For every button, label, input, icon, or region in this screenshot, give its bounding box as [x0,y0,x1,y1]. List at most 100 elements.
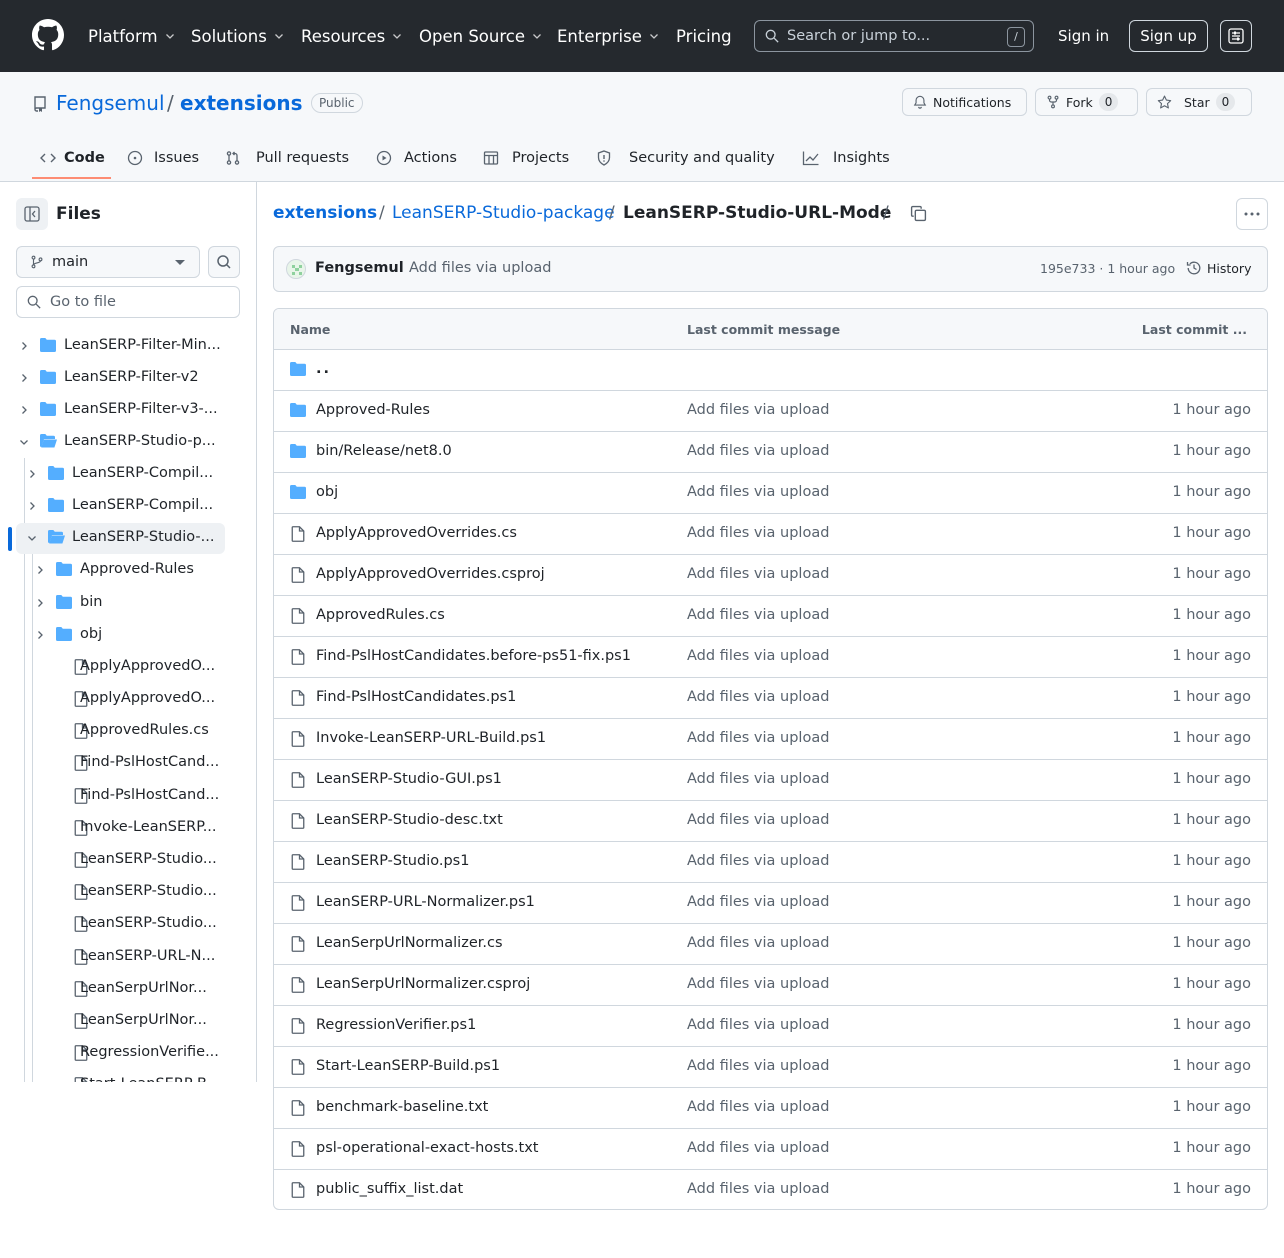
nav-solutions[interactable]: Solutions [191,0,285,72]
commit-message-link[interactable]: Add files via upload [687,1058,829,1074]
file-name-link[interactable]: public_suffix_list.dat [316,1181,463,1197]
collapse-sidebar-button[interactable] [16,198,48,230]
tree-item[interactable]: LeanSerpUrlNor... [0,1005,240,1037]
tab-issues[interactable]: Issues [127,134,199,182]
star-button[interactable]: Star 0 [1146,88,1252,116]
tree-item[interactable]: LeanSERP-Filter-v2 [0,362,240,394]
global-search-input[interactable]: Search or jump to... / [754,20,1034,52]
table-row[interactable]: public_suffix_list.dat Add files via uplo… [274,1170,1267,1209]
tab-pull-requests[interactable]: Pull requests [225,134,349,182]
tab-security[interactable]: Security and quality [596,134,775,182]
file-name-link[interactable]: LeanSERP-Studio-GUI.ps1 [316,771,502,787]
search-files-button[interactable] [208,246,240,278]
nav-enterprise[interactable]: Enterprise [557,0,660,72]
tree-item[interactable]: LeanSERP-Compil... [0,490,240,522]
file-name-link[interactable]: RegressionVerifier.ps1 [316,1017,476,1033]
tree-item[interactable]: LeanSERP-URL-N... [0,941,240,973]
file-name-link[interactable]: Invoke-LeanSERP-URL-Build.ps1 [316,730,546,746]
file-name-link[interactable]: Start-LeanSERP-Build.ps1 [316,1058,500,1074]
table-row[interactable]: Find-PslHostCandidates.before-ps51-fix.p… [274,637,1267,678]
tree-item[interactable]: RegressionVerifie... [0,1037,240,1069]
tree-item[interactable]: LeanSerpUrlNor... [0,973,240,1005]
tab-actions[interactable]: Actions [376,134,457,182]
commit-message-link[interactable]: Add files via upload [687,443,829,459]
commit-message-link[interactable]: Add files via upload [687,648,829,664]
tab-code[interactable]: Code [40,134,105,182]
table-row[interactable]: LeanSerpUrlNormalizer.cs Add files via up… [274,924,1267,965]
chevron-down-icon[interactable] [18,436,30,448]
tree-item[interactable]: LeanSERP-Compil... [0,458,240,490]
chevron-right-icon[interactable] [34,564,46,576]
tree-item[interactable]: obj [0,619,240,651]
commit-message-link[interactable]: Add files via upload [687,976,829,992]
more-options-button[interactable] [1236,198,1268,230]
nav-resources[interactable]: Resources [301,0,403,72]
commit-author[interactable]: Fengsemul [315,260,404,276]
table-row[interactable]: psl-operational-exact-hosts.txt Add files… [274,1129,1267,1170]
commit-message-link[interactable]: Add files via upload [687,812,829,828]
tree-item[interactable]: ApplyApprovedO... [0,651,240,683]
commit-message-link[interactable]: Add files via upload [687,566,829,582]
tab-insights[interactable]: Insights [802,134,890,182]
commit-sha-time[interactable]: 195e733 · 1 hour ago [1040,261,1175,276]
table-row[interactable]: benchmark-baseline.txt Add files via uplo… [274,1088,1267,1129]
repo-name-link[interactable]: extensions [180,91,302,115]
commit-message-link[interactable]: Add files via upload [687,607,829,623]
tree-item[interactable]: LeanSERP-Studio... [0,876,240,908]
tree-item[interactable]: ApprovedRules.cs [0,715,240,747]
tree-item[interactable]: LeanSERP-Filter-Min... [0,330,240,362]
tree-item[interactable]: Start-LeanSERP-B... [0,1069,240,1082]
tree-item[interactable]: Approved-Rules [0,554,240,586]
table-row[interactable]: ApprovedRules.cs Add files via upload 1 ho… [274,596,1267,637]
repo-owner-link[interactable]: Fengsemul [56,91,165,115]
file-name-link[interactable]: LeanSerpUrlNormalizer.cs [316,935,503,951]
branch-selector[interactable]: main [16,246,200,278]
table-row[interactable]: LeanSERP-Studio-desc.txt Add files via up… [274,801,1267,842]
chevron-right-icon[interactable] [26,468,38,480]
github-logo-icon[interactable] [32,19,64,51]
file-name-link[interactable]: LeanSERP-Studio-desc.txt [316,812,503,828]
table-row[interactable]: RegressionVerifier.ps1 Add files via uplo… [274,1006,1267,1047]
breadcrumb-middle-text[interactable]: LeanSERP-Studio-package [392,203,615,223]
table-row[interactable]: LeanSERP-URL-Normalizer.ps1 Add files via… [274,883,1267,924]
tree-item[interactable]: LeanSERP-Studio-... [0,522,240,554]
parent-directory-row[interactable]: .. [274,350,1267,391]
fork-button[interactable]: Fork 0 [1035,88,1138,116]
nav-open-source[interactable]: Open Source [419,0,543,72]
table-row[interactable]: Invoke-LeanSERP-URL-Build.ps1 Add files v… [274,719,1267,760]
table-row[interactable]: LeanSERP-Studio-GUI.ps1 Add files via upl… [274,760,1267,801]
tree-item[interactable]: Find-PslHostCand... [0,780,240,812]
tab-projects[interactable]: Projects [483,134,569,182]
file-name-link[interactable]: ApprovedRules.cs [316,607,445,623]
chevron-right-icon[interactable] [34,629,46,641]
file-name-link[interactable]: psl-operational-exact-hosts.txt [316,1140,539,1156]
file-name-link[interactable]: Approved-Rules [316,402,430,418]
chevron-right-icon[interactable] [18,404,30,416]
copy-path-button[interactable] [910,205,927,222]
chevron-right-icon[interactable] [18,372,30,384]
table-row[interactable]: ApplyApprovedOverrides.cs Add files via u… [274,514,1267,555]
tree-item[interactable]: bin [0,587,240,619]
commit-message-link[interactable]: Add files via upload [687,853,829,869]
commit-message-link[interactable]: Add files via upload [687,689,829,705]
notifications-button[interactable]: Notifications [902,88,1027,116]
commit-message-link[interactable]: Add files via upload [687,730,829,746]
table-row[interactable]: bin/Release/net8.0 Add files via upload 1 … [274,432,1267,473]
commit-message-link[interactable]: Add files via upload [687,1099,829,1115]
menu-button[interactable] [1220,20,1252,52]
table-row[interactable]: obj Add files via upload 1 hour ago [274,473,1267,514]
chevron-down-icon[interactable] [26,532,38,544]
tree-item[interactable]: Invoke-LeanSERP... [0,812,240,844]
nav-platform[interactable]: Platform [88,0,176,72]
file-name-link[interactable]: LeanSerpUrlNormalizer.csproj [316,976,530,992]
chevron-right-icon[interactable] [26,500,38,512]
commit-message-link[interactable]: Add files via upload [687,1181,829,1197]
file-name-link[interactable]: Find-PslHostCandidates.before-ps51-fix.p… [316,648,631,664]
chevron-right-icon[interactable] [34,597,46,609]
tree-item[interactable]: LeanSERP-Studio... [0,844,240,876]
commit-message-link[interactable]: Add files via upload [687,771,829,787]
table-row[interactable]: Approved-Rules Add files via upload 1 hour… [274,391,1267,432]
table-row[interactable]: LeanSerpUrlNormalizer.csproj Add files vi… [274,965,1267,1006]
tree-item[interactable]: LeanSERP-Studio-p... [0,426,240,458]
chevron-right-icon[interactable] [18,340,30,352]
